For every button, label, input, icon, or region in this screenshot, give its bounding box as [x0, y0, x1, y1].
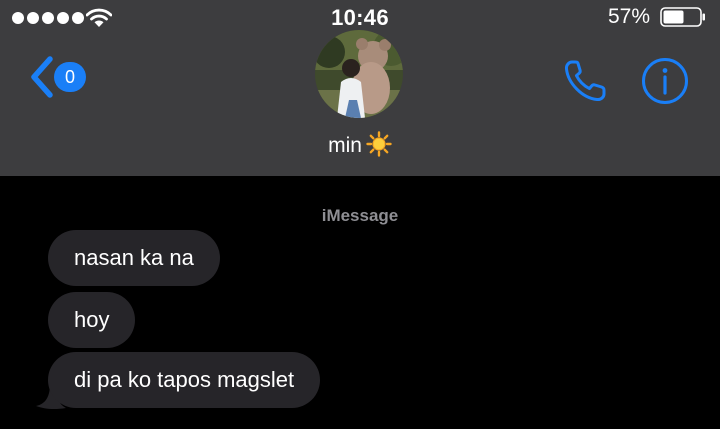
incoming-message-bubble[interactable]: nasan ka na	[48, 230, 220, 286]
battery-icon	[660, 7, 705, 27]
back-chevron-icon	[31, 56, 53, 98]
contact-name: min	[328, 134, 362, 157]
conversation-header: 10:46 57% 0 min	[0, 0, 720, 176]
back-button[interactable]: 0	[26, 55, 96, 99]
sun-emoji-icon	[366, 131, 392, 157]
service-label: iMessage	[321, 206, 399, 225]
unread-count-badge: 0	[54, 62, 86, 92]
incoming-message-bubble[interactable]: di pa ko tapos magslet	[48, 352, 321, 408]
phone-call-button[interactable]	[560, 57, 610, 105]
battery-percentage: 57%	[607, 5, 650, 28]
contact-avatar[interactable]	[315, 30, 403, 118]
avatar-photo	[315, 30, 403, 118]
info-button[interactable]	[640, 56, 690, 106]
info-icon	[642, 58, 688, 104]
contact-name-button[interactable]: min	[0, 131, 720, 158]
incoming-message-bubble[interactable]: hoy	[48, 292, 136, 348]
phone-icon	[564, 60, 606, 102]
messages-screen: 10:46 57% 0 min iMessage nasan ka na hoy…	[0, 0, 720, 429]
